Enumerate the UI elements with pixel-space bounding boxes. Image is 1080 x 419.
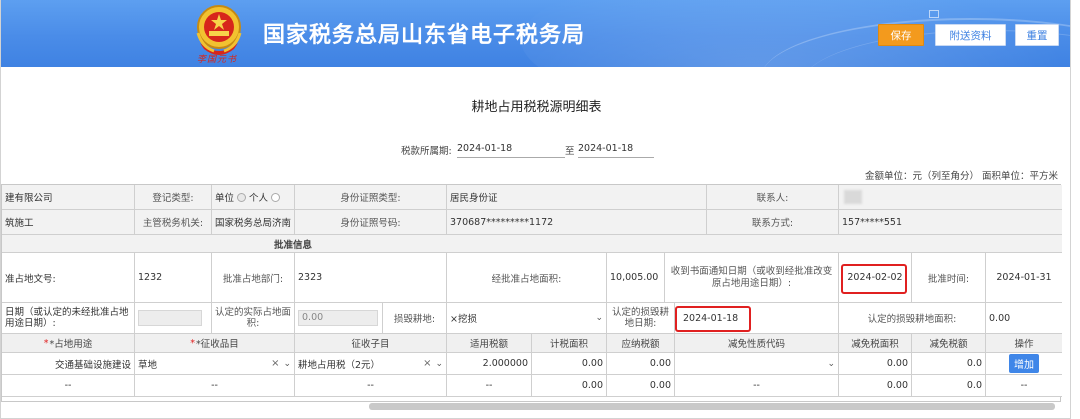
highlight-notice-date [841,264,907,294]
approval-dept-input[interactable]: 2323 [295,253,447,303]
approved-area-value[interactable]: 10,005.00 [607,253,665,303]
approval-section-title: 批准信息 [2,235,1062,253]
highlight-damage-date [675,306,751,332]
site-header: 李国元书 国家税务总局山东省电子税务局 保存 附送资料 重置 [1,0,1070,67]
contact-value [839,185,1062,210]
contact-label: 联系人: [707,185,839,210]
taxable-area-value: 0.00 [532,353,607,375]
tax-authority-label: 主管税务机关: [135,210,212,235]
approve-time-input[interactable]: 2024-01-31 [986,253,1062,303]
tax-source-table: 建有限公司 登记类型: 单位 个人 身份证照类型: 居民身份证 联系人: 筑施工… [1,184,1062,402]
emblem-signature: 李国元书 [197,55,238,65]
tax-emblem-icon [196,5,242,55]
clear-icon[interactable]: × [423,358,431,369]
col-relief-amount: 减免税额 [912,334,986,353]
table-row-cell: -- [295,375,447,397]
tax-payable-value: 0.00 [607,353,675,375]
taxpayer-name: 建有限公司 [2,185,135,210]
chevron-down-icon[interactable]: ⌄ [283,359,291,369]
damage-label: 损毁耕地: [383,303,447,334]
table-row-cell: 0.0 [912,375,986,397]
chevron-down-icon[interactable]: ⌄ [827,359,835,369]
damage-select[interactable]: ×挖损 ⌄ [447,303,607,334]
table-row-cell: 0.00 [839,375,912,397]
actual-area-cell: 0.00 [295,303,383,334]
chevron-down-icon[interactable]: ⌄ [435,359,443,369]
table-row-cell: -- [135,375,295,397]
relief-amount-value: 0.0 [912,353,986,375]
project-name: 筑施工 [2,210,135,235]
approval-doc-no-input[interactable]: 1232 [135,253,212,303]
relief-area-input[interactable]: 0.00 [839,353,912,375]
damage-date-label: 认定的损毁耕地日期: [607,303,675,334]
col-tax-item: * *征收品目 [135,334,295,353]
id-type-label: 身份证照类型: [295,185,447,210]
col-action: 操作 [986,334,1062,353]
damage-area-label: 认定的损毁耕地面积: [839,303,986,334]
clear-icon[interactable]: × [271,358,279,369]
period-start-input[interactable]: 2024-01-18 [457,143,565,158]
period-to-label: 至 [565,146,575,157]
land-use-cell[interactable]: 交通基础设施建设 [2,353,135,375]
damage-tag: ×挖损 [450,314,477,325]
horizontal-scrollbar[interactable] [369,403,1055,410]
tax-rate-value: 2.000000 [447,353,532,375]
col-land-use: * *占地用途 [2,334,135,353]
approve-time-label: 批准时间: [912,253,986,303]
table-row-cell: -- [986,375,1062,397]
unapproved-date-input[interactable] [138,310,202,326]
chevron-down-icon[interactable]: ⌄ [595,313,603,323]
reg-type-radios: 单位 个人 [212,185,295,210]
tax-item-select[interactable]: 草地 × ⌄ [135,353,295,375]
damage-area-value[interactable]: 0.00 [986,303,1062,334]
phone-value: 157*****551 [839,210,1062,235]
site-title: 国家税务总局山东省电子税务局 [263,23,586,48]
redacted-contact [844,190,862,204]
radio-unit[interactable] [237,192,247,202]
page-title: 耕地占用税税源明细表 [471,100,602,115]
col-tax-payable: 应纳税额 [607,334,675,353]
col-tax-rate: 适用税额 [447,334,532,353]
sub-item-select[interactable]: 耕地占用税（2元） × ⌄ [295,353,447,375]
notice-date-label: 收到书面通知日期（或收到经批准改变原占地用途日期）: [665,253,839,303]
actual-area-input[interactable]: 0.00 [298,310,378,326]
id-no-label: 身份证照号码: [295,210,447,235]
attach-documents-button[interactable]: 附送资料 [935,24,1006,46]
reset-button[interactable]: 重置 [1015,24,1059,46]
col-taxable-area: 计税面积 [532,334,607,353]
id-no-value: 370687*********1172 [447,210,707,235]
approval-dept-label: 批准占地部门: [212,253,295,303]
col-sub-item: 征收子目 [295,334,447,353]
save-button[interactable]: 保存 [878,24,924,46]
add-row-button[interactable]: 增加 [1009,354,1039,373]
tax-authority-value: 国家税务总局济南 [212,210,295,235]
period-end-input[interactable]: 2024-01-18 [578,143,654,158]
id-type-value: 居民身份证 [447,185,707,210]
table-row-cell: -- [2,375,135,397]
reg-type-unit-label: 单位 [215,193,235,204]
approved-area-label: 经批准占地面积: [447,253,607,303]
reg-type-person-label: 个人 [249,193,269,204]
period-label: 税款所属期: [401,146,452,157]
unapproved-date-cell [135,303,212,334]
window-icon [929,10,939,18]
reg-type-label: 登记类型: [135,185,212,210]
col-relief-code: 减免性质代码 [675,334,839,353]
unapproved-date-label: 日期（或认定的未经批准占地用途日期）: [2,303,135,334]
approval-doc-no-label: 准占地文号: [2,253,135,303]
page-frame: 李国元书 国家税务总局山东省电子税务局 保存 附送资料 重置 耕地占用税税源明细… [0,0,1071,419]
table-row-cell: 0.00 [607,375,675,397]
relief-code-select[interactable]: ⌄ [675,353,839,375]
table-row-cell: 0.00 [532,375,607,397]
col-relief-area: 减免税面积 [839,334,912,353]
units-note: 金额单位：元（列至角分） 面积单位：平方米 [864,171,1058,182]
table-row-cell: -- [447,375,532,397]
actual-area-label: 认定的实际占地面积: [212,303,295,334]
radio-person[interactable] [271,192,281,202]
phone-label: 联系方式: [707,210,839,235]
table-row-cell: -- [675,375,839,397]
action-cell: 增加 [986,353,1062,375]
